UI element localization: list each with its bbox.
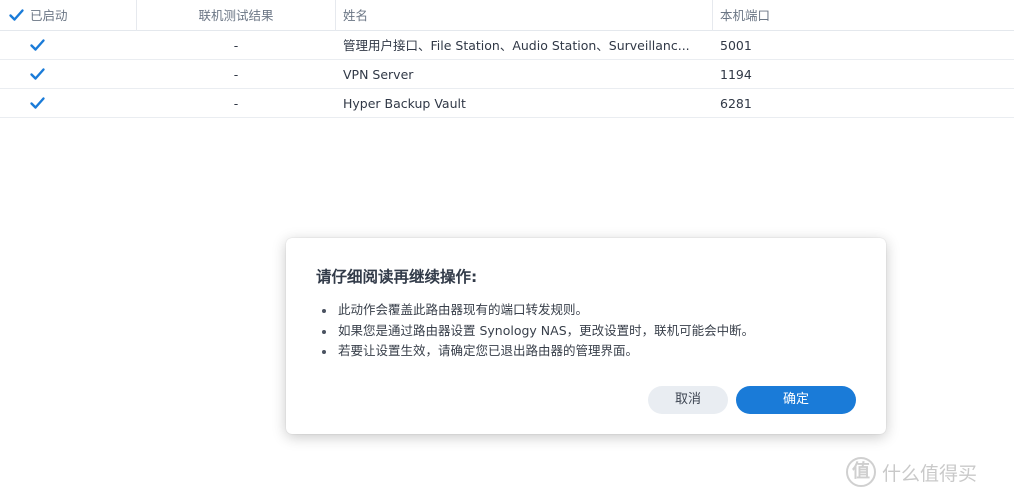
test-result-cell: - <box>233 67 239 82</box>
port-forwarding-table: 已启动 联机测试结果 姓名 本机端口 - 管理用户接口、File Station… <box>0 0 1014 118</box>
table-header: 已启动 联机测试结果 姓名 本机端口 <box>0 0 1014 31</box>
dialog-warning-item: 如果您是通过路由器设置 Synology NAS，更改设置时，联机可能会中断。 <box>320 321 754 342</box>
confirm-button[interactable]: 确定 <box>736 386 856 414</box>
column-header-name[interactable]: 姓名 <box>343 0 705 31</box>
select-all-checkbox[interactable] <box>8 7 25 24</box>
dialog-warning-list: 此动作会覆盖此路由器现有的端口转发规则。 如果您是通过路由器设置 Synolog… <box>320 300 754 362</box>
table-row[interactable]: - 管理用户接口、File Station、Audio Station、Surv… <box>0 31 1014 60</box>
local-port-cell: 1194 <box>720 67 752 82</box>
watermark-logo-icon: 值 <box>846 457 876 487</box>
local-port-cell: 6281 <box>720 96 752 111</box>
column-header-enabled[interactable]: 已启动 <box>30 0 68 31</box>
table-row[interactable]: - Hyper Backup Vault 6281 <box>0 89 1014 118</box>
enabled-checkbox[interactable] <box>29 66 46 83</box>
confirm-dialog: 请仔细阅读再继续操作: 此动作会覆盖此路由器现有的端口转发规则。 如果您是通过路… <box>286 238 886 434</box>
column-header-local-port[interactable]: 本机端口 <box>720 0 770 31</box>
checkmark-icon <box>30 68 45 80</box>
service-name-cell: 管理用户接口、File Station、Audio Station、Survei… <box>343 38 690 53</box>
enabled-checkbox[interactable] <box>29 37 46 54</box>
dialog-warning-item: 此动作会覆盖此路由器现有的端口转发规则。 <box>320 300 754 321</box>
dialog-warning-item: 若要让设置生效，请确定您已退出路由器的管理界面。 <box>320 341 754 362</box>
dialog-title: 请仔细阅读再继续操作: <box>316 268 478 286</box>
column-header-test-result[interactable]: 联机测试结果 <box>137 0 335 31</box>
service-name-cell: Hyper Backup Vault <box>343 96 466 111</box>
watermark-text: 什么值得买 <box>882 462 978 485</box>
column-divider[interactable] <box>712 0 713 31</box>
test-result-cell: - <box>233 38 239 53</box>
cancel-button[interactable]: 取消 <box>648 386 728 414</box>
table-row[interactable]: - VPN Server 1194 <box>0 60 1014 89</box>
watermark: 值 什么值得买 <box>846 455 977 489</box>
column-divider[interactable] <box>335 0 336 31</box>
checkmark-icon <box>9 9 24 21</box>
enabled-checkbox[interactable] <box>29 95 46 112</box>
checkmark-icon <box>30 39 45 51</box>
checkmark-icon <box>30 97 45 109</box>
test-result-cell: - <box>233 96 239 111</box>
service-name-cell: VPN Server <box>343 67 414 82</box>
local-port-cell: 5001 <box>720 38 752 53</box>
